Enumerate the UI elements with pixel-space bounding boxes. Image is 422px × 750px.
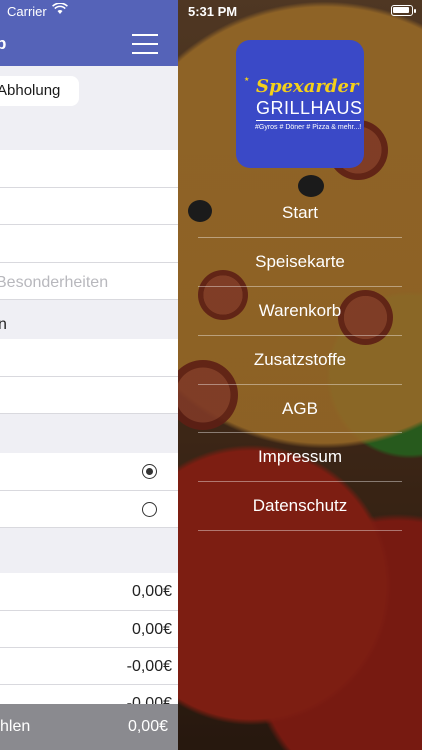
menu-item-start[interactable]: Start <box>198 189 402 238</box>
logo-script-text: Spexarder <box>256 76 359 97</box>
hamburger-menu-icon[interactable] <box>132 34 158 54</box>
page-title: b <box>0 34 7 53</box>
wifi-icon <box>52 2 68 18</box>
street-field[interactable] <box>0 188 178 225</box>
menu-item-zusatzstoffe[interactable]: Zusatzstoffe <box>198 336 402 385</box>
phone-field[interactable] <box>0 339 178 377</box>
menu-item-warenkorb[interactable]: Warenkorb <box>198 287 402 336</box>
email-field[interactable] <box>0 377 178 414</box>
radio-selected-icon[interactable] <box>142 464 157 479</box>
logo-tagline: #Gyros # Döner # Pizza & mehr...! <box>255 124 362 131</box>
radio-unselected-icon[interactable] <box>142 502 157 517</box>
menu-list: Start Speisekarte Warenkorb Zusatzstoffe… <box>198 189 402 532</box>
logo-side-mark: ★ <box>244 77 250 83</box>
subtotal-value: 0,00€ <box>131 583 172 600</box>
pay-button[interactable]: hlen 0,00€ <box>0 704 178 750</box>
menu-item-speisekarte[interactable]: Speisekarte <box>198 238 402 287</box>
menu-item-agb[interactable]: AGB <box>198 385 402 434</box>
note-placeholder: Besonderheiten <box>0 274 109 291</box>
pay-button-label: hlen <box>0 718 31 735</box>
price-row: 0,00€ <box>0 573 178 611</box>
logo-divider <box>256 120 360 121</box>
city-field[interactable] <box>0 225 178 263</box>
battery-icon <box>391 5 416 16</box>
menu-item-impressum[interactable]: Impressum <box>198 433 402 483</box>
payment-option-row[interactable] <box>0 491 178 528</box>
delivery-fee-value: 0,00€ <box>131 621 172 638</box>
nav-bar: b <box>0 22 178 66</box>
note-field[interactable]: Besonderheiten <box>0 263 178 300</box>
discount-value: -0,00€ <box>126 658 172 675</box>
payment-option-row[interactable] <box>0 453 178 491</box>
price-row: -0,00€ <box>0 648 178 685</box>
checkout-screen: Carrier b Abholung Besonderheiten n 0,00… <box>0 0 178 750</box>
brand-logo: ★ Spexarder GRILLHAUS #Gyros # Döner # P… <box>236 40 364 168</box>
price-row: 0,00€ <box>0 611 178 648</box>
side-menu: 5:31 PM ★ Spexarder GRILLHAUS #Gyros # D… <box>178 0 422 750</box>
menu-item-datenschutz[interactable]: Datenschutz <box>198 482 402 532</box>
name-field[interactable] <box>0 150 178 188</box>
carrier-label: Carrier <box>7 4 47 19</box>
status-bar: Carrier <box>0 0 178 22</box>
logo-main-text: GRILLHAUS <box>256 98 363 118</box>
total-value: 0,00€ <box>127 718 168 735</box>
pickup-option-chip[interactable]: Abholung <box>0 76 79 106</box>
status-time: 5:31 PM <box>188 4 238 19</box>
section-label: n <box>0 316 7 333</box>
